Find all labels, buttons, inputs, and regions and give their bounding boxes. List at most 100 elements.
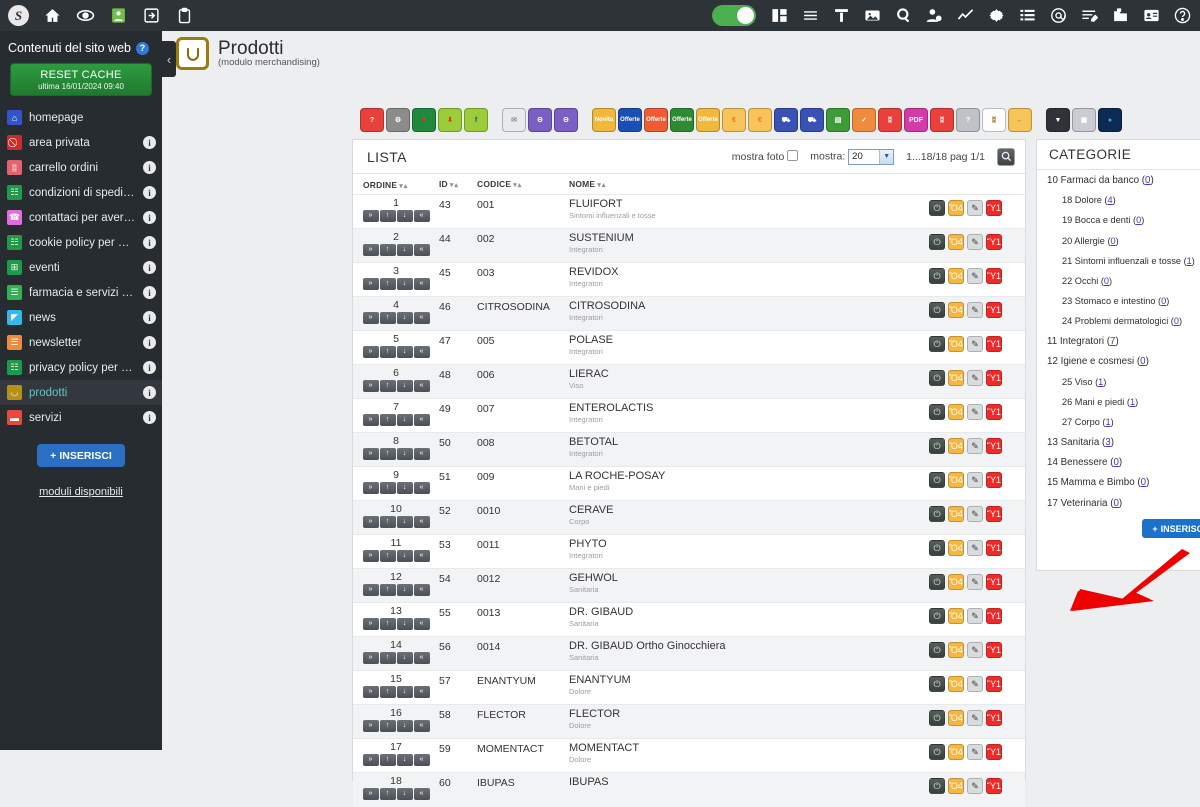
- move-down-button[interactable]: ↓: [396, 652, 413, 664]
- move-bottom-button[interactable]: «: [413, 652, 430, 664]
- document-button[interactable]: Ὄ4: [948, 234, 964, 250]
- move-down-button[interactable]: ↓: [396, 210, 413, 222]
- categoria-label[interactable]: 11 Integratori (7): [1047, 336, 1119, 347]
- categoria-row[interactable]: 14 Benessere (0)⏻■☰✎□: [1037, 453, 1200, 473]
- categoria-count-link[interactable]: 0: [1104, 276, 1109, 286]
- categoria-row[interactable]: 22 Occhi (0)⏻■☰✎□: [1037, 271, 1200, 291]
- checklist-orange-button[interactable]: ✓: [852, 108, 876, 132]
- sort-icon[interactable]: ▾▴: [450, 182, 459, 189]
- delete-button[interactable]: Ὕ1: [986, 540, 1002, 556]
- table-row[interactable]: 8» ↑ ↓ «50 008 BETOTAL Integratori ⏻ Ὄ4 ✎ Ὕ1: [353, 432, 1025, 467]
- globe-blue-button[interactable]: ●: [1098, 108, 1122, 132]
- move-up-button[interactable]: ↑: [379, 686, 396, 698]
- categoria-row[interactable]: 21 Sintomi influenzali e tosse (1)⏻■☰✎□: [1037, 251, 1200, 271]
- delete-button[interactable]: Ὕ1: [986, 506, 1002, 522]
- delete-button[interactable]: Ὕ1: [986, 744, 1002, 760]
- sidebar-item-homepage[interactable]: ⌂ homepage: [0, 105, 162, 130]
- sidebar-item-carrello-ordini[interactable]: ᛥ carrello ordini i: [0, 155, 162, 180]
- forklift-out-button[interactable]: ⛟: [800, 108, 824, 132]
- move-top-button[interactable]: »: [362, 618, 379, 630]
- categoria-row[interactable]: 12 Igiene e cosmesi (0)⏻■☰✎□: [1037, 352, 1200, 372]
- categoria-count-link[interactable]: 0: [1113, 457, 1118, 468]
- at-sign-icon[interactable]: [1048, 6, 1068, 26]
- categoria-label[interactable]: 14 Benessere (0): [1047, 457, 1122, 468]
- sidebar-item-newsletter[interactable]: ☰ newsletter i: [0, 330, 162, 355]
- move-bottom-button[interactable]: «: [413, 686, 430, 698]
- move-top-button[interactable]: »: [362, 482, 379, 494]
- move-bottom-button[interactable]: «: [413, 754, 430, 766]
- offerte-green-button[interactable]: Offerte: [670, 108, 694, 132]
- move-up-button[interactable]: ↑: [379, 346, 396, 358]
- move-bottom-button[interactable]: «: [413, 448, 430, 460]
- edit-button[interactable]: ✎: [967, 268, 983, 284]
- move-down-button[interactable]: ↓: [396, 380, 413, 392]
- document-button[interactable]: Ὄ4: [948, 200, 964, 216]
- categoria-count-link[interactable]: 0: [1145, 175, 1150, 186]
- move-bottom-button[interactable]: «: [413, 482, 430, 494]
- categoria-count-link[interactable]: 0: [1111, 236, 1116, 246]
- categoria-label[interactable]: 25 Viso (1): [1062, 377, 1106, 387]
- image-icon[interactable]: [862, 6, 882, 26]
- table-row[interactable]: 2» ↑ ↓ «44 002 SUSTENIUM Integratori ⏻ Ὄ4 ✎ Ὕ1: [353, 228, 1025, 263]
- document-button[interactable]: Ὄ4: [948, 302, 964, 318]
- document-button[interactable]: Ὄ4: [948, 472, 964, 488]
- document-button[interactable]: Ὄ4: [948, 778, 964, 794]
- move-up-button[interactable]: ↑: [379, 244, 396, 256]
- move-up-button[interactable]: ↑: [379, 652, 396, 664]
- gear-icon[interactable]: [986, 6, 1006, 26]
- edit-button[interactable]: ✎: [967, 234, 983, 250]
- move-down-button[interactable]: ↓: [396, 244, 413, 256]
- move-top-button[interactable]: »: [362, 380, 379, 392]
- col-ordine[interactable]: ORDINE ▾▴: [353, 174, 439, 195]
- edit-button[interactable]: ✎: [967, 404, 983, 420]
- toggle-active-button[interactable]: ⏻: [929, 540, 945, 556]
- col-nome[interactable]: NOME ▾▴: [569, 174, 929, 195]
- power-toggle[interactable]: [712, 5, 756, 26]
- move-down-button[interactable]: ↓: [396, 720, 413, 732]
- catalog-green-button[interactable]: ▤: [826, 108, 850, 132]
- user-settings-icon[interactable]: [924, 6, 944, 26]
- edit-button[interactable]: ✎: [967, 778, 983, 794]
- move-up-button[interactable]: ↑: [379, 278, 396, 290]
- categoria-label[interactable]: 22 Occhi (0): [1062, 276, 1112, 286]
- toggle-active-button[interactable]: ⏻: [929, 302, 945, 318]
- move-top-button[interactable]: »: [362, 652, 379, 664]
- sidebar-item-privacy-policy-per-ww[interactable]: ☷ privacy policy per ww... i: [0, 355, 162, 380]
- move-top-button[interactable]: »: [362, 244, 379, 256]
- categoria-row[interactable]: 27 Corpo (1)⏻■☰✎□: [1037, 412, 1200, 432]
- euro-price-button[interactable]: €: [722, 108, 746, 132]
- table-row[interactable]: 12» ↑ ↓ «54 0012 GEHWOL Sanitaria ⏻ Ὄ4 ✎ Ὕ1: [353, 568, 1025, 603]
- edit-button[interactable]: ✎: [967, 336, 983, 352]
- categoria-label[interactable]: 19 Bocca e denti (0): [1062, 215, 1144, 225]
- delete-button[interactable]: Ὕ1: [986, 574, 1002, 590]
- categoria-label[interactable]: 10 Farmaci da banco (0): [1047, 175, 1154, 186]
- edit-button[interactable]: ✎: [967, 642, 983, 658]
- table-row[interactable]: 6» ↑ ↓ «48 006 LIERAC Viso ⏻ Ὄ4 ✎ Ὕ1: [353, 364, 1025, 399]
- categoria-row[interactable]: 18 Dolore (4)⏻■☰✎□: [1037, 190, 1200, 210]
- move-bottom-button[interactable]: «: [413, 210, 430, 222]
- move-top-button[interactable]: »: [362, 584, 379, 596]
- info-icon[interactable]: i: [143, 286, 156, 299]
- edit-button[interactable]: ✎: [967, 302, 983, 318]
- delete-button[interactable]: Ὕ1: [986, 370, 1002, 386]
- categoria-row[interactable]: 15 Mamma e Bimbo (0)⏻■☰✎□: [1037, 473, 1200, 493]
- user-card-icon[interactable]: [108, 6, 128, 26]
- categorie-insert-button[interactable]: + INSERISCI: [1142, 519, 1200, 539]
- toggle-active-button[interactable]: ⏻: [929, 506, 945, 522]
- menu-lines-icon[interactable]: [800, 6, 820, 26]
- move-top-button[interactable]: »: [362, 788, 379, 800]
- move-bottom-button[interactable]: «: [413, 788, 430, 800]
- layout-columns-icon[interactable]: [769, 6, 789, 26]
- move-bottom-button[interactable]: «: [413, 244, 430, 256]
- sort-icon[interactable]: ▾▴: [399, 183, 408, 190]
- move-up-button[interactable]: ↑: [379, 550, 396, 562]
- delete-button[interactable]: Ὕ1: [986, 778, 1002, 794]
- categoria-count-link[interactable]: 7: [1110, 336, 1115, 347]
- categoria-count-link[interactable]: 3: [1105, 437, 1110, 448]
- move-down-button[interactable]: ↓: [396, 482, 413, 494]
- toggle-active-button[interactable]: ⏻: [929, 744, 945, 760]
- move-top-button[interactable]: »: [362, 414, 379, 426]
- categoria-count-link[interactable]: 0: [1136, 215, 1141, 225]
- categoria-label[interactable]: 21 Sintomi influenzali e tosse (1): [1062, 256, 1195, 266]
- forklift-in-button[interactable]: ⛟: [774, 108, 798, 132]
